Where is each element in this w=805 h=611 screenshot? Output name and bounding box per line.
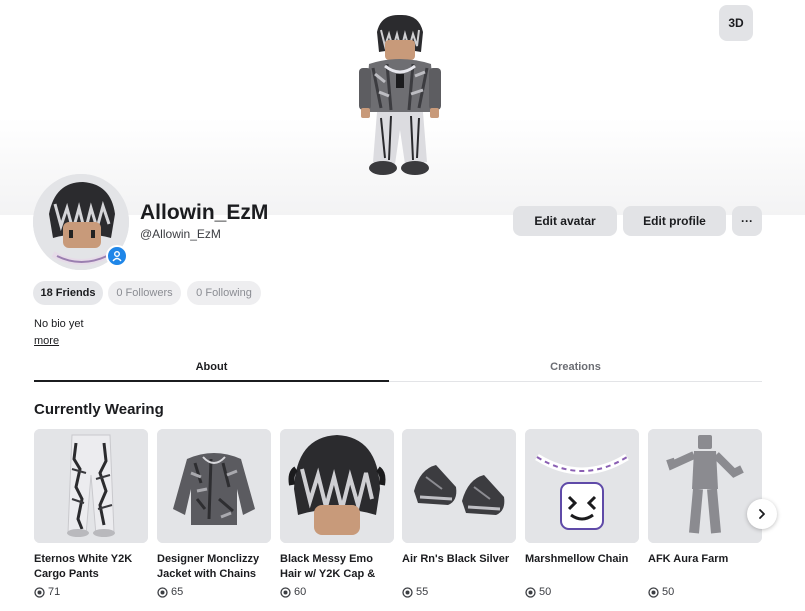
followers-count-button[interactable]: 0 Followers — [108, 281, 181, 305]
currently-wearing-title: Currently Wearing — [34, 401, 164, 418]
edit-profile-button[interactable]: Edit profile — [623, 206, 726, 236]
sneakers-icon — [402, 429, 516, 543]
following-count-button[interactable]: 0 Following — [187, 281, 261, 305]
robux-icon — [525, 586, 536, 598]
edit-avatar-button[interactable]: Edit avatar — [513, 206, 617, 236]
tab-about[interactable]: About — [34, 350, 389, 383]
bio-more-link[interactable]: more — [34, 335, 59, 347]
more-options-button[interactable]: ··· — [732, 206, 762, 236]
item-price-value: 65 — [171, 586, 184, 598]
chain-icon — [525, 429, 639, 543]
item-price-value: 71 — [48, 586, 61, 598]
active-tab-indicator — [34, 380, 389, 382]
item-price: 65 — [157, 586, 271, 598]
animation-pose-icon — [648, 429, 762, 543]
robux-icon — [280, 586, 291, 598]
robux-icon — [34, 586, 45, 598]
item-name[interactable]: Marshmellow Chain — [525, 552, 639, 582]
item-name[interactable]: Black Messy Emo Hair w/ Y2K Cap & Cute..… — [280, 552, 394, 582]
chevron-right-icon — [759, 509, 765, 519]
wearing-item-card[interactable]: Marshmellow Chain 50 — [525, 429, 639, 598]
wearing-item-card[interactable]: Eternos White Y2K Cargo Pants 71 — [34, 429, 148, 598]
cargo-pants-icon — [34, 429, 148, 543]
robux-icon — [402, 586, 413, 598]
toggle-3d-button[interactable]: 3D — [719, 5, 753, 41]
robux-icon — [157, 586, 168, 598]
profile-avatar[interactable] — [33, 174, 131, 272]
item-price: 60 — [280, 586, 394, 598]
wearing-item-card[interactable]: AFK Aura Farm 50 — [648, 429, 762, 598]
carousel-next-button[interactable] — [747, 499, 777, 529]
wearing-item-card[interactable]: Designer Monclizzy Jacket with Chains 65 — [157, 429, 271, 598]
item-name[interactable]: Designer Monclizzy Jacket with Chains — [157, 552, 271, 582]
item-price-value: 50 — [662, 586, 675, 598]
robux-icon — [648, 586, 659, 598]
bio-text: No bio yet — [34, 318, 84, 330]
item-name[interactable]: Air Rn's Black Silver — [402, 552, 516, 582]
item-price-value: 50 — [539, 586, 552, 598]
item-price: 50 — [648, 586, 762, 598]
tab-creations[interactable]: Creations — [389, 350, 762, 383]
display-name: Allowin_EzM — [140, 201, 269, 224]
item-name[interactable]: Eternos White Y2K Cargo Pants — [34, 552, 148, 582]
hair-icon — [280, 429, 394, 543]
item-price: 55 — [402, 586, 516, 598]
item-price: 71 — [34, 586, 148, 598]
verified-badge-icon — [106, 245, 128, 267]
item-price: 50 — [525, 586, 639, 598]
username: @Allowin_EzM — [140, 227, 221, 241]
jacket-icon — [157, 429, 271, 543]
wearing-item-card[interactable]: Black Messy Emo Hair w/ Y2K Cap & Cute..… — [280, 429, 394, 598]
item-name[interactable]: AFK Aura Farm — [648, 552, 762, 582]
item-price-value: 60 — [294, 586, 307, 598]
wearing-item-card[interactable]: Air Rn's Black Silver 55 — [402, 429, 516, 598]
avatar-3d-render — [355, 12, 445, 180]
item-price-value: 55 — [416, 586, 429, 598]
friends-count-button[interactable]: 18 Friends — [33, 281, 103, 305]
